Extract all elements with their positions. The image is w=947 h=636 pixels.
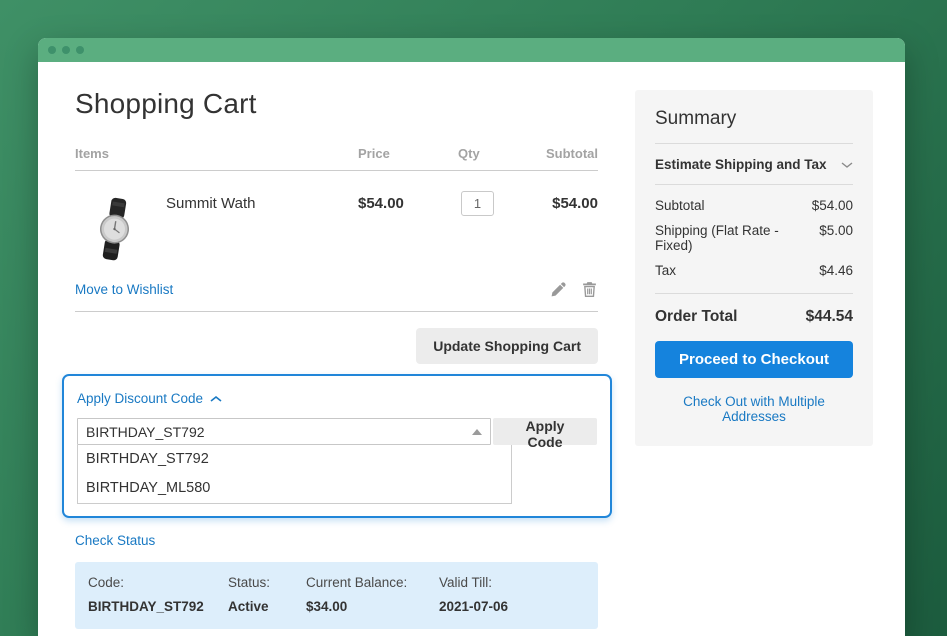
dropdown-option[interactable]: BIRTHDAY_ML580 [78, 474, 511, 503]
cart-buttons-row: Update Shopping Cart [75, 328, 598, 364]
totals-list: Subtotal $54.00 Shipping (Flat Rate - Fi… [655, 185, 853, 294]
apply-code-button[interactable]: Apply Code [493, 418, 597, 445]
cart-table-header: Items Price Qty Subtotal [75, 146, 598, 171]
status-col-status: Status: Active [228, 575, 306, 614]
page-title: Shopping Cart [75, 86, 598, 122]
qty-input[interactable] [461, 191, 494, 216]
summary-panel: Summary Estimate Shipping and Tax Subtot… [635, 90, 873, 446]
status-col-valid: Valid Till: 2021-07-06 [439, 575, 598, 614]
col-header-subtotal: Subtotal [528, 146, 598, 161]
chevron-down-icon [841, 161, 853, 169]
window-titlebar [38, 38, 905, 62]
subtotal-value: $54.00 [812, 198, 853, 213]
apply-discount-label: Apply Discount Code [77, 391, 203, 406]
item-action-icons [550, 281, 598, 298]
proceed-to-checkout-button[interactable]: Proceed to Checkout [655, 341, 853, 378]
window-dot-maximize-icon[interactable] [76, 46, 84, 54]
col-header-price: Price [358, 146, 458, 161]
col-header-qty: Qty [458, 146, 528, 161]
order-total-value: $44.54 [806, 308, 853, 326]
status-col-code: Code: BIRTHDAY_ST792 [88, 575, 228, 614]
total-row-shipping: Shipping (Flat Rate - Fixed) $5.00 [655, 218, 853, 258]
code-value: BIRTHDAY_ST792 [88, 599, 228, 614]
subtotal-label: Subtotal [655, 198, 705, 213]
discount-code-dropdown: BIRTHDAY_ST792 BIRTHDAY_ML580 [77, 445, 512, 504]
dropdown-option[interactable]: BIRTHDAY_ST792 [78, 445, 511, 474]
total-row-tax: Tax $4.46 [655, 258, 853, 283]
valid-till-label: Valid Till: [439, 575, 598, 590]
code-label: Code: [88, 575, 228, 590]
product-name[interactable]: Summit Wath [166, 191, 255, 261]
multi-address-checkout-link[interactable]: Check Out with Multiple Addresses [655, 394, 853, 424]
shipping-label: Shipping (Flat Rate - Fixed) [655, 223, 819, 253]
tax-label: Tax [655, 263, 676, 278]
coupon-combo [77, 418, 491, 445]
caret-up-icon[interactable] [472, 429, 482, 435]
tax-value: $4.46 [819, 263, 853, 278]
window-dot-minimize-icon[interactable] [62, 46, 70, 54]
product-price: $54.00 [358, 191, 458, 212]
status-label: Status: [228, 575, 306, 590]
valid-till-value: 2021-07-06 [439, 599, 598, 614]
total-row-subtotal: Subtotal $54.00 [655, 193, 853, 218]
update-cart-button[interactable]: Update Shopping Cart [416, 328, 598, 364]
discount-code-section: Apply Discount Code Apply Code BIRTHDAY_… [62, 374, 612, 518]
balance-label: Current Balance: [306, 575, 439, 590]
app-window: Shopping Cart Items Price Qty Subtotal [38, 38, 905, 636]
check-status-link[interactable]: Check Status [75, 533, 155, 548]
cart-item-row: Summit Wath $54.00 $54.00 [75, 171, 598, 261]
product-subtotal: $54.00 [528, 191, 598, 212]
balance-value: $34.00 [306, 599, 439, 614]
chevron-up-icon [210, 395, 222, 403]
shipping-value: $5.00 [819, 223, 853, 253]
col-header-items: Items [75, 146, 358, 161]
order-total-label: Order Total [655, 308, 737, 326]
estimate-shipping-toggle[interactable]: Estimate Shipping and Tax [655, 144, 853, 185]
apply-discount-toggle[interactable]: Apply Discount Code [77, 391, 222, 406]
coupon-status-box: Code: BIRTHDAY_ST792 Status: Active Curr… [75, 562, 598, 629]
item-actions-row: Move to Wishlist [75, 281, 598, 312]
order-total-row: Order Total $44.54 [655, 294, 853, 341]
estimate-shipping-label: Estimate Shipping and Tax [655, 157, 827, 172]
discount-code-input[interactable] [77, 418, 491, 445]
item-cell: Summit Wath [75, 191, 358, 261]
status-col-balance: Current Balance: $34.00 [306, 575, 439, 614]
coupon-row: Apply Code [77, 418, 597, 445]
cart-main-column: Shopping Cart Items Price Qty Subtotal [75, 62, 598, 629]
status-value: Active [228, 599, 306, 614]
trash-icon[interactable] [581, 281, 598, 298]
summary-title: Summary [655, 108, 853, 144]
product-image-watch[interactable] [90, 197, 138, 261]
move-to-wishlist-link[interactable]: Move to Wishlist [75, 282, 173, 297]
pencil-icon[interactable] [550, 281, 567, 298]
window-dot-close-icon[interactable] [48, 46, 56, 54]
